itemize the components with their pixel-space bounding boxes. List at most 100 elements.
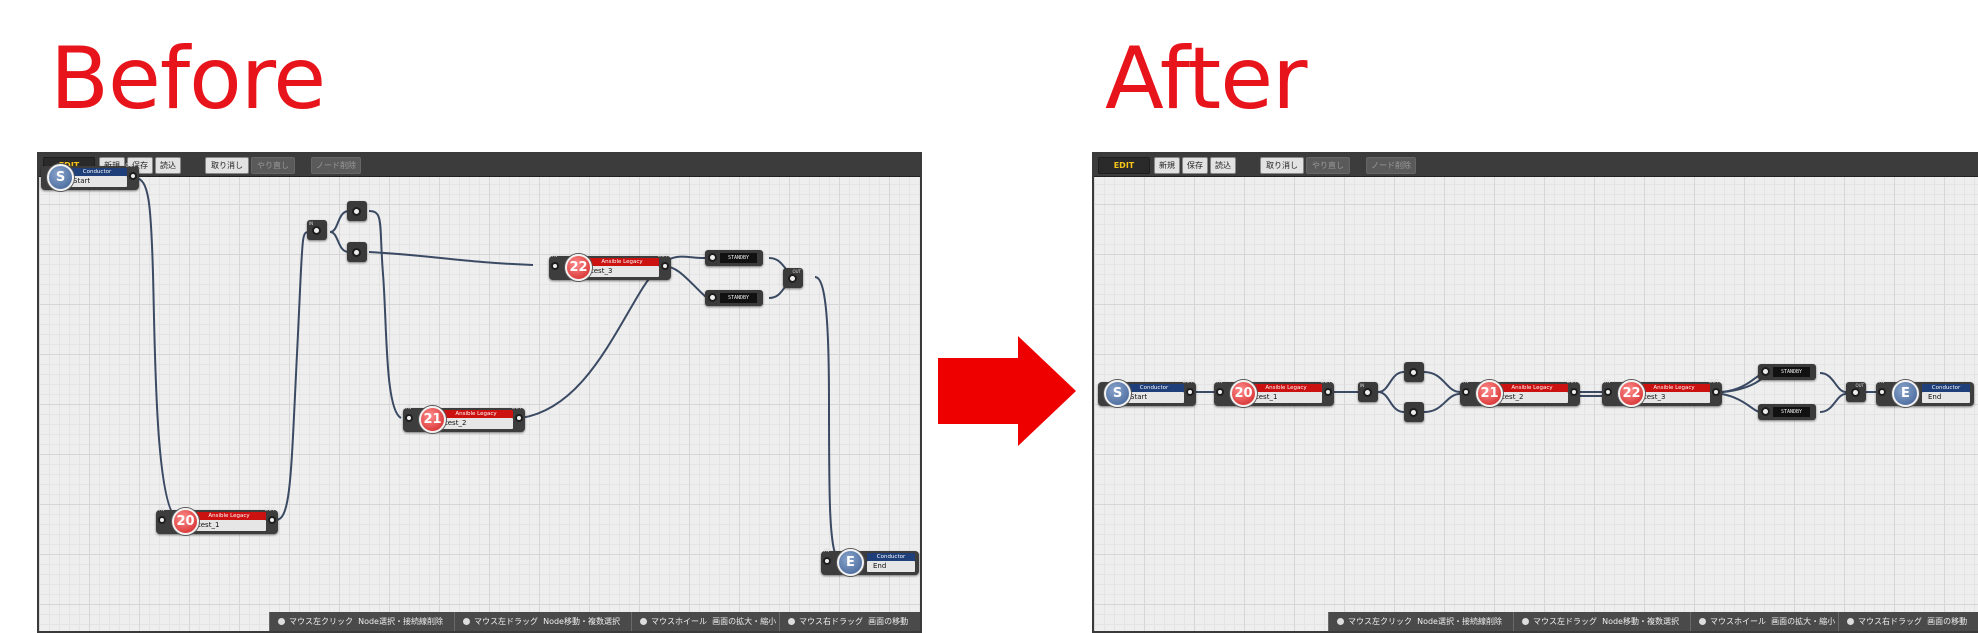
- standby-label: STANDBY: [720, 253, 757, 263]
- standby-node-2[interactable]: STANDBY: [1758, 404, 1816, 420]
- in-port-label: IN: [1463, 379, 1469, 385]
- node-name: test_1: [192, 520, 266, 531]
- start-circle-icon: S: [1104, 380, 1131, 407]
- port[interactable]: [1409, 368, 1418, 377]
- node-type-label: Conductor: [1922, 384, 1970, 392]
- start-node[interactable]: OUT Conductor Start S: [1098, 378, 1196, 407]
- merge-node[interactable]: OUT: [783, 268, 803, 288]
- standby-node-2[interactable]: STANDBY: [705, 290, 763, 306]
- help-statusbar: マウス左クリック Node選択・接続線削除 マウス左ドラッグ Node移動・複数…: [1328, 612, 1978, 631]
- node-id-circle: 21: [1476, 380, 1503, 407]
- out-port[interactable]: [1712, 388, 1720, 396]
- out-port[interactable]: [1324, 388, 1332, 396]
- after-editor-panel: EDIT 新規 保存 読込 取り消し やり直し ノード削除 OUT Conduc…: [1092, 152, 1978, 633]
- ansible-node-22[interactable]: IN OUT Ansible Legacy test_3 22: [1602, 378, 1722, 407]
- before-heading: Before: [50, 29, 326, 129]
- in-port[interactable]: [158, 516, 166, 524]
- port[interactable]: [1761, 367, 1770, 376]
- before-editor-panel: EDIT 新規 保存 読込 取り消し やり直し ノード削除 OUT Conduc…: [37, 152, 922, 633]
- ansible-node-20[interactable]: IN OUT Ansible Legacy test_1 20: [156, 506, 278, 535]
- node-type-label: Ansible Legacy: [192, 512, 266, 520]
- branch-out-node-2[interactable]: [347, 242, 367, 262]
- in-port[interactable]: [1878, 388, 1886, 396]
- in-port-label: IN: [1217, 379, 1223, 385]
- help-left-click-label: マウス左クリック: [289, 617, 353, 626]
- in-port[interactable]: [1462, 388, 1470, 396]
- node-type-label: Conductor: [67, 168, 127, 176]
- help-right-drag-action: 画面の移動: [1927, 617, 1968, 626]
- node-type-label: Ansible Legacy: [1250, 384, 1322, 392]
- help-wheel-action: 画面の拡大・縮小: [712, 617, 777, 626]
- help-wheel-action: 画面の拡大・縮小: [1771, 617, 1836, 626]
- port[interactable]: [708, 293, 717, 302]
- help-wheel: マウスホイール 画面の拡大・縮小: [631, 612, 776, 631]
- start-node[interactable]: OUT Conductor Start S: [41, 162, 139, 191]
- ansible-node-21[interactable]: IN OUT Ansible Legacy test_2 21: [1460, 378, 1580, 407]
- help-statusbar: マウス左クリック Node選択・接続線削除 マウス左ドラッグ Node移動・複数…: [269, 612, 920, 631]
- port[interactable]: [352, 248, 361, 257]
- in-port-label: IN: [309, 221, 314, 226]
- out-port[interactable]: [268, 516, 276, 524]
- end-node[interactable]: IN Conductor End E: [1876, 378, 1974, 407]
- help-left-drag-label: マウス左ドラッグ: [1533, 617, 1597, 626]
- branch-out-node-2[interactable]: [1404, 402, 1424, 422]
- out-port[interactable]: [129, 172, 137, 180]
- in-port-label: IN: [159, 507, 165, 513]
- help-left-drag: マウス左ドラッグ Node移動・複数選択: [1513, 612, 1679, 631]
- in-port-label: IN: [1879, 379, 1885, 385]
- standby-label: STANDBY: [1773, 407, 1810, 417]
- help-right-drag-label: マウス右ドラッグ: [1858, 617, 1922, 626]
- ansible-node-22[interactable]: IN OUT Ansible Legacy test_3 22: [549, 252, 671, 281]
- node-name: Start: [1124, 392, 1184, 403]
- node-name: test_2: [439, 418, 513, 429]
- help-left-click-action: Node選択・接続線削除: [1417, 617, 1502, 626]
- in-port[interactable]: [405, 414, 413, 422]
- branch-node[interactable]: IN: [1358, 382, 1378, 402]
- end-node[interactable]: IN Conductor End E: [821, 547, 919, 576]
- in-port-label: IN: [406, 405, 412, 411]
- in-port[interactable]: [823, 557, 831, 565]
- port[interactable]: [1363, 388, 1372, 397]
- node-type-label: Conductor: [1124, 384, 1184, 392]
- help-left-drag: マウス左ドラッグ Node移動・複数選択: [454, 612, 620, 631]
- in-port-label: IN: [1605, 379, 1611, 385]
- out-port[interactable]: [515, 414, 523, 422]
- branch-node[interactable]: IN: [307, 220, 327, 240]
- node-name: End: [1922, 392, 1970, 403]
- ansible-node-20[interactable]: IN OUT Ansible Legacy test_1 20: [1214, 378, 1334, 407]
- port[interactable]: [708, 253, 717, 262]
- out-port[interactable]: [661, 262, 669, 270]
- node-id-circle: 21: [419, 406, 446, 433]
- port[interactable]: [788, 274, 797, 283]
- in-port-label: IN: [1360, 383, 1365, 388]
- help-left-drag-label: マウス左ドラッグ: [474, 617, 538, 626]
- right-arrow-icon: [938, 336, 1076, 446]
- standby-node-1[interactable]: STANDBY: [705, 250, 763, 266]
- branch-out-node-1[interactable]: [1404, 362, 1424, 382]
- in-port[interactable]: [1604, 388, 1612, 396]
- help-right-drag-action: 画面の移動: [868, 617, 909, 626]
- help-left-drag-action: Node移動・複数選択: [1602, 617, 1679, 626]
- standby-node-1[interactable]: STANDBY: [1758, 364, 1816, 380]
- port[interactable]: [312, 226, 321, 235]
- ansible-node-21[interactable]: IN OUT Ansible Legacy test_2 21: [403, 404, 525, 433]
- node-name: test_3: [585, 266, 659, 277]
- in-port[interactable]: [1216, 388, 1224, 396]
- node-id-circle: 22: [1618, 380, 1645, 407]
- in-port[interactable]: [551, 262, 559, 270]
- node-name: test_1: [1250, 392, 1322, 403]
- node-type-label: Ansible Legacy: [585, 258, 659, 266]
- branch-out-node-1[interactable]: [347, 201, 367, 221]
- port[interactable]: [1409, 408, 1418, 417]
- help-wheel: マウスホイール 画面の拡大・縮小: [1690, 612, 1835, 631]
- port[interactable]: [1851, 388, 1860, 397]
- after-heading: After: [1105, 29, 1308, 129]
- port[interactable]: [1761, 407, 1770, 416]
- node-id-circle: 20: [1230, 380, 1257, 407]
- merge-node[interactable]: OUT: [1846, 382, 1866, 402]
- out-port[interactable]: [1186, 388, 1194, 396]
- help-left-click-action: Node選択・接続線削除: [358, 617, 443, 626]
- in-port-label: IN: [824, 548, 830, 554]
- out-port[interactable]: [1570, 388, 1578, 396]
- port[interactable]: [352, 207, 361, 216]
